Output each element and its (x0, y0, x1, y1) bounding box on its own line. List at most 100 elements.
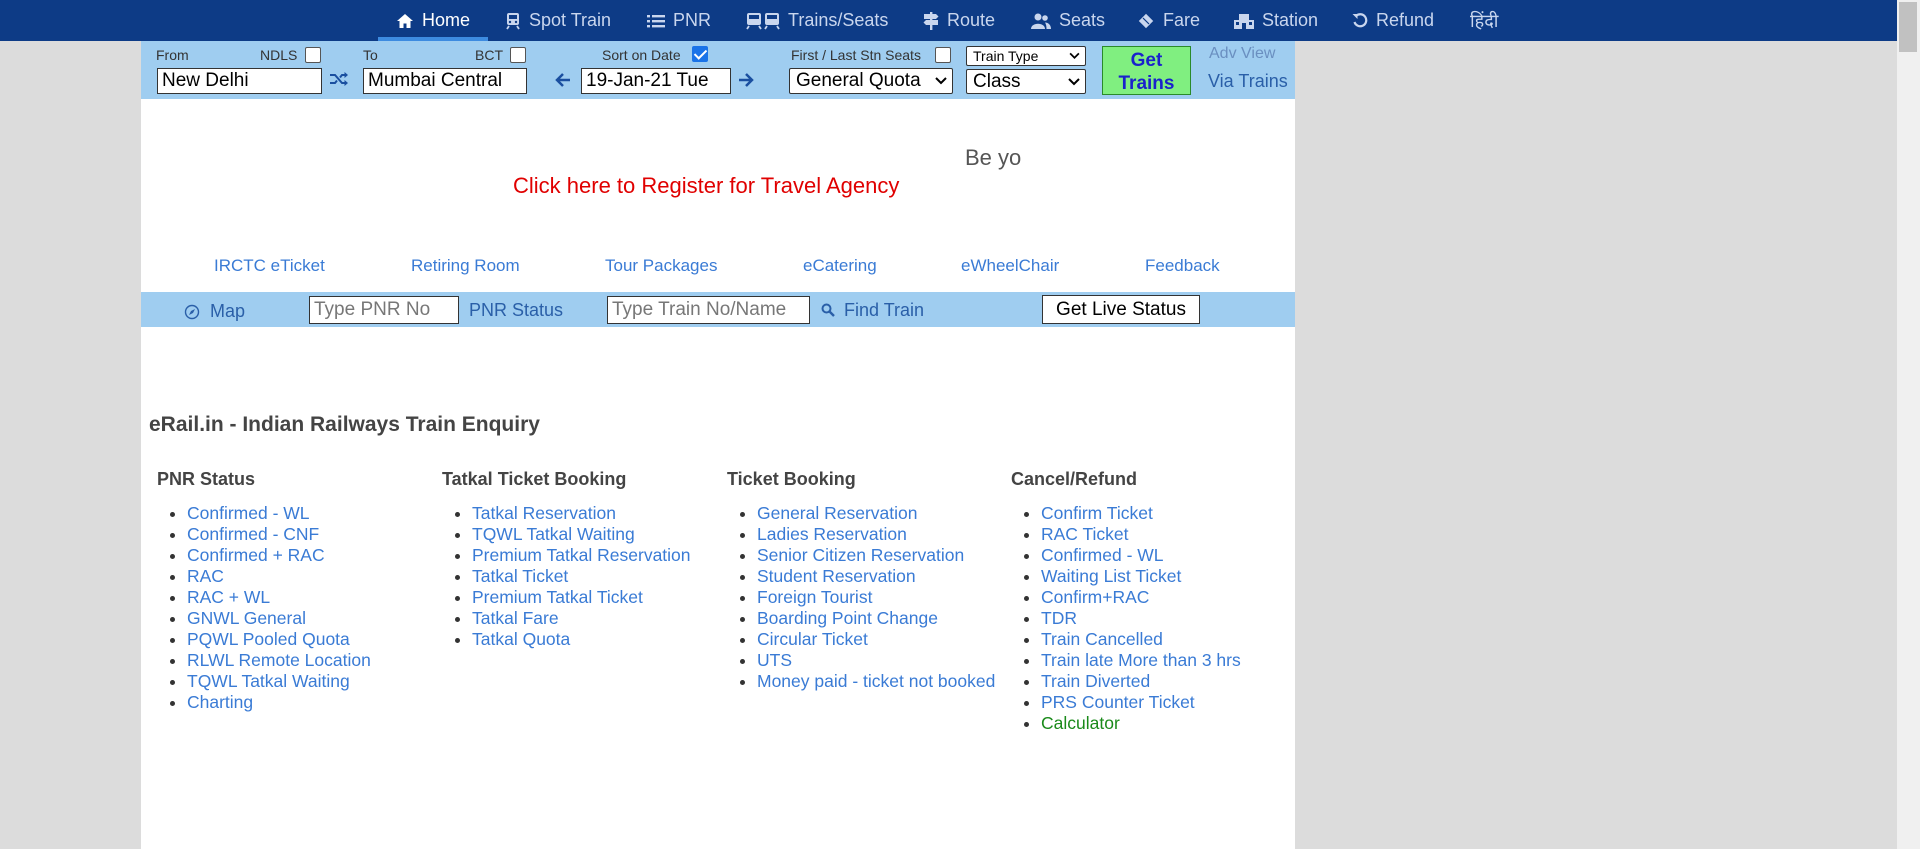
from-code-checkbox[interactable] (305, 47, 321, 63)
quick-link-ecatering[interactable]: eCatering (803, 256, 877, 276)
list-item[interactable]: Senior Citizen Reservation (757, 545, 1012, 566)
next-date-arrow-icon[interactable] (738, 72, 754, 88)
list-item[interactable]: General Reservation (757, 503, 1012, 524)
list-item[interactable]: Tatkal Quota (472, 629, 727, 650)
nav-label: Spot Train (529, 10, 612, 30)
nav-label: Home (422, 10, 471, 30)
find-train-link[interactable]: Find Train (844, 300, 924, 321)
quick-link-feedback[interactable]: Feedback (1145, 256, 1220, 276)
list-item[interactable]: Train Diverted (1041, 671, 1296, 692)
list-item[interactable]: TQWL Tatkal Waiting (472, 524, 727, 545)
quick-link-tour-packages[interactable]: Tour Packages (605, 256, 717, 276)
chevron-down-icon (1068, 77, 1080, 85)
adv-view-link[interactable]: Adv View (1209, 45, 1275, 63)
nav-label: Fare (1163, 10, 1201, 30)
train-search-input[interactable]: Type Train No/Name (607, 296, 810, 324)
list-item[interactable]: Confirmed - WL (1041, 545, 1296, 566)
quota-selected-value: General Quota (796, 70, 921, 91)
column-title: Cancel/Refund (1011, 469, 1138, 489)
nav-spot-train[interactable]: Spot Train (505, 0, 611, 41)
quick-link-ewheelchair[interactable]: eWheelChair (961, 256, 1059, 276)
quick-link-irctc-eticket[interactable]: IRCTC eTicket (214, 256, 325, 276)
pnr-status-link[interactable]: PNR Status (469, 300, 563, 321)
station-icon (1234, 13, 1254, 29)
first-last-station-seats-checkbox[interactable] (935, 47, 951, 63)
map-link[interactable]: Map (184, 301, 245, 322)
list-item[interactable]: Money paid - ticket not booked (757, 671, 1012, 692)
list-item[interactable]: Waiting List Ticket (1041, 566, 1296, 587)
list-item[interactable]: Student Reservation (757, 566, 1012, 587)
first-last-station-seats-label: First / Last Stn Seats (791, 47, 921, 63)
list-item[interactable]: RAC (187, 566, 442, 587)
previous-date-arrow-icon[interactable] (555, 72, 571, 88)
from-station-input[interactable]: New Delhi (157, 68, 322, 94)
list-item[interactable]: Boarding Point Change (757, 608, 1012, 629)
list-item[interactable]: TQWL Tatkal Waiting (187, 671, 442, 692)
nav-home[interactable]: Home (377, 0, 489, 41)
list-item[interactable]: RLWL Remote Location (187, 650, 442, 671)
list-item[interactable]: Confirm+RAC (1041, 587, 1296, 608)
chevron-down-icon (1069, 52, 1080, 59)
search-icon[interactable] (821, 303, 835, 317)
train-icon (506, 12, 520, 29)
swap-stations-icon[interactable] (329, 70, 349, 88)
list-item[interactable]: Ladies Reservation (757, 524, 1012, 545)
list-item[interactable]: TDR (1041, 608, 1296, 629)
sort-on-date-checkbox[interactable] (692, 46, 708, 62)
page-scrollbar[interactable] (1897, 0, 1920, 849)
nav-hindi[interactable]: हिंदी (1470, 0, 1498, 41)
list-item[interactable]: PQWL Pooled Quota (187, 629, 442, 650)
train-search-bar: From NDLS New Delhi To BCT Mumbai Centra… (141, 41, 1295, 99)
nav-seats[interactable]: Seats (1031, 0, 1105, 41)
list-item[interactable]: Confirmed - WL (187, 503, 442, 524)
list-item[interactable]: Confirmed - CNF (187, 524, 442, 545)
to-code-checkbox[interactable] (510, 47, 526, 63)
list-item[interactable]: Tatkal Reservation (472, 503, 727, 524)
register-travel-agency-link[interactable]: Click here to Register for Travel Agency (513, 173, 899, 199)
ticket-booking-column: Ticket Booking General ReservationLadies… (727, 469, 1012, 692)
top-navigation-bar: Home Spot Train PNR Trains/Seats Route S… (0, 0, 1920, 41)
pnr-number-input[interactable]: Type PNR No (309, 296, 459, 324)
home-icon (397, 13, 413, 28)
quota-select[interactable]: General Quota (789, 68, 953, 94)
nav-pnr[interactable]: PNR (647, 0, 711, 41)
list-item[interactable]: Confirmed + RAC (187, 545, 442, 566)
list-item[interactable]: Premium Tatkal Ticket (472, 587, 727, 608)
nav-fare[interactable]: Fare (1137, 0, 1200, 41)
nav-trains-seats[interactable]: Trains/Seats (746, 0, 888, 41)
map-label: Map (210, 301, 246, 321)
get-trains-button[interactable]: Get Trains (1102, 46, 1191, 95)
list-item[interactable]: GNWL General (187, 608, 442, 629)
list-item[interactable]: Calculator (1041, 713, 1296, 734)
list-item[interactable]: RAC Ticket (1041, 524, 1296, 545)
list-item[interactable]: Premium Tatkal Reservation (472, 545, 727, 566)
nav-route[interactable]: Route (923, 0, 995, 41)
nav-label: Seats (1059, 10, 1106, 30)
to-station-input[interactable]: Mumbai Central (363, 68, 527, 94)
sort-on-date-label: Sort on Date (602, 47, 681, 63)
list-item[interactable]: Circular Ticket (757, 629, 1012, 650)
list-item[interactable]: Charting (187, 692, 442, 713)
list-item[interactable]: PRS Counter Ticket (1041, 692, 1296, 713)
nav-station[interactable]: Station (1234, 0, 1318, 41)
journey-date-input[interactable]: 19-Jan-21 Tue (581, 68, 731, 94)
list-item[interactable]: Train late More than 3 hrs (1041, 650, 1296, 671)
list-item[interactable]: Confirm Ticket (1041, 503, 1296, 524)
tatkal-booking-list: Tatkal ReservationTQWL Tatkal WaitingPre… (442, 503, 727, 650)
list-item[interactable]: UTS (757, 650, 1012, 671)
class-select[interactable]: Class (966, 69, 1086, 94)
scrollbar-thumb[interactable] (1899, 2, 1917, 52)
list-item[interactable]: Foreign Tourist (757, 587, 1012, 608)
list-item[interactable]: Train Cancelled (1041, 629, 1296, 650)
list-item[interactable]: Tatkal Fare (472, 608, 727, 629)
list-item[interactable]: Tatkal Ticket (472, 566, 727, 587)
train-type-select[interactable]: Train Type (966, 46, 1086, 66)
signpost-icon (923, 11, 939, 30)
nav-label: Trains/Seats (788, 10, 889, 30)
from-label: From (156, 47, 189, 63)
nav-refund[interactable]: Refund (1352, 0, 1434, 41)
get-live-status-button[interactable]: Get Live Status (1042, 295, 1200, 324)
list-item[interactable]: RAC + WL (187, 587, 442, 608)
quick-link-retiring-room[interactable]: Retiring Room (411, 256, 520, 276)
via-trains-link[interactable]: Via Trains (1208, 71, 1288, 92)
